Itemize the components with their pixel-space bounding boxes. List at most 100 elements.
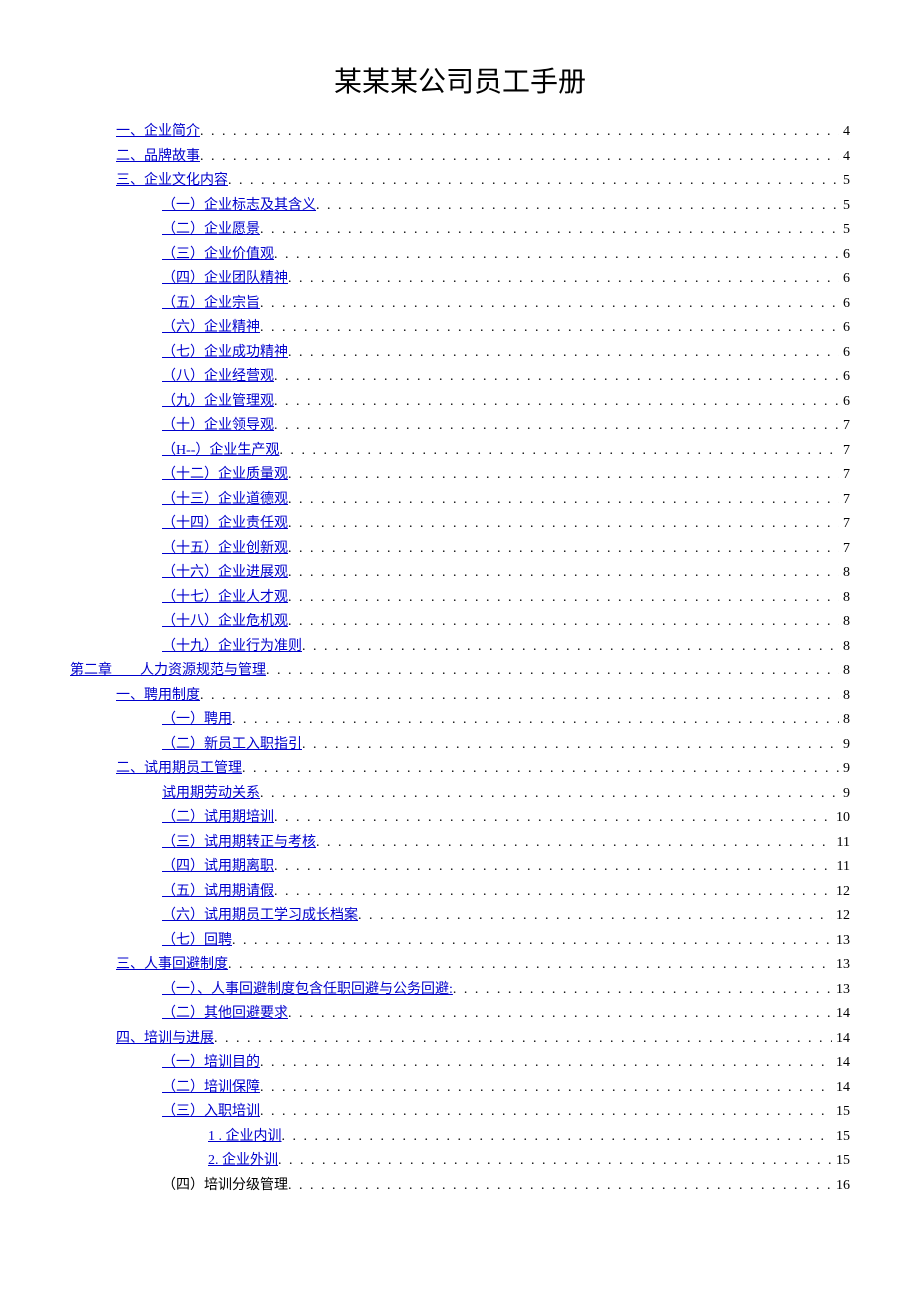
toc-row: （十）企业领导观 7 bbox=[70, 414, 850, 439]
toc-leader bbox=[288, 512, 839, 537]
toc-entry-label[interactable]: （九）企业管理观 bbox=[162, 390, 274, 415]
toc-entry-label[interactable]: （四）企业团队精神 bbox=[162, 267, 288, 292]
toc-leader bbox=[260, 1100, 832, 1125]
toc-row: （二）新员工入职指引9 bbox=[70, 733, 850, 758]
toc-entry-label[interactable]: （二）其他回避要求 bbox=[162, 1002, 288, 1027]
toc-page-number: 12 bbox=[832, 880, 850, 905]
toc-entry-label[interactable]: （五）试用期请假 bbox=[162, 880, 274, 905]
toc-page-number: 8 bbox=[839, 659, 850, 684]
toc-page-number: 8 bbox=[839, 610, 850, 635]
toc-leader bbox=[228, 169, 839, 194]
toc-entry-label[interactable]: （十二）企业质量观 bbox=[162, 463, 288, 488]
toc-entry-label[interactable]: （十三）企业道德观 bbox=[162, 488, 288, 513]
toc-entry-label[interactable]: （一）培训目的 bbox=[162, 1051, 260, 1076]
toc-leader bbox=[260, 1076, 832, 1101]
toc-page-number: 13 bbox=[832, 978, 850, 1003]
toc-page-number: 16 bbox=[832, 1174, 850, 1199]
toc-page-number: 7 bbox=[839, 537, 850, 562]
toc-row: 二、试用期员工管理9 bbox=[70, 757, 850, 782]
toc-entry-label[interactable]: （一）聘用 bbox=[162, 708, 232, 733]
toc-entry-label[interactable]: （四）试用期离职 bbox=[162, 855, 274, 880]
toc-entry-label[interactable]: （H--）企业生产观 bbox=[162, 439, 279, 464]
toc-page-number: 7 bbox=[839, 414, 850, 439]
toc-entry-label[interactable]: 二、试用期员工管理 bbox=[116, 757, 242, 782]
toc-entry-label[interactable]: （七）企业成功精神 bbox=[162, 341, 288, 366]
toc-leader bbox=[242, 757, 839, 782]
toc-entry-label[interactable]: （三）试用期转正与考核 bbox=[162, 831, 316, 856]
toc-entry-label[interactable]: （一）企业标志及其含义 bbox=[162, 194, 316, 219]
toc-page-number: 6 bbox=[839, 267, 850, 292]
toc-leader bbox=[260, 292, 839, 317]
toc-entry-label[interactable]: 一、聘用制度 bbox=[116, 684, 200, 709]
toc-entry-label: （四）培训分级管理 bbox=[162, 1174, 288, 1199]
toc-row: （四）企业团队精神 6 bbox=[70, 267, 850, 292]
toc-entry-label[interactable]: （十）企业领导观 bbox=[162, 414, 274, 439]
toc-row: （三）企业价值观6 bbox=[70, 243, 850, 268]
toc-page-number: 6 bbox=[839, 390, 850, 415]
toc-row: 三、人事回避制度13 bbox=[70, 953, 850, 978]
toc-entry-label[interactable]: （二）新员工入职指引 bbox=[162, 733, 302, 758]
toc-entry-label[interactable]: 三、企业文化内容 bbox=[116, 169, 228, 194]
toc-entry-label[interactable]: 1 . 企业内训 bbox=[208, 1125, 282, 1150]
toc-entry-label[interactable]: （五）企业宗旨 bbox=[162, 292, 260, 317]
toc-row: 一、企业简介4 bbox=[70, 120, 850, 145]
toc-leader bbox=[266, 659, 839, 684]
toc-page-number: 14 bbox=[832, 1027, 850, 1052]
toc-entry-label[interactable]: 二、品牌故事 bbox=[116, 145, 200, 170]
toc-entry-label[interactable]: （二）试用期培训 bbox=[162, 806, 274, 831]
toc-entry-label[interactable]: （十六）企业进展观 bbox=[162, 561, 288, 586]
toc-entry-label[interactable]: （七）回聘 bbox=[162, 929, 232, 954]
toc-leader bbox=[288, 561, 839, 586]
toc-leader bbox=[288, 1174, 832, 1199]
toc-row: （一）企业标志及其含义5 bbox=[70, 194, 850, 219]
toc-entry-label[interactable]: （二）培训保障 bbox=[162, 1076, 260, 1101]
toc-row: （四）培训分级管理 16 bbox=[70, 1174, 850, 1199]
toc-entry-label[interactable]: 三、人事回避制度 bbox=[116, 953, 228, 978]
toc-page-number: 5 bbox=[839, 218, 850, 243]
toc-leader bbox=[274, 365, 839, 390]
toc-page-number: 9 bbox=[839, 782, 850, 807]
toc-row: （一）培训目的14 bbox=[70, 1051, 850, 1076]
toc-entry-label[interactable]: （三）企业价值观 bbox=[162, 243, 274, 268]
toc-leader bbox=[288, 610, 839, 635]
toc-page-number: 8 bbox=[839, 561, 850, 586]
toc-entry-label[interactable]: （十七）企业人才观 bbox=[162, 586, 288, 611]
toc-entry-label[interactable]: 试用期劳动关系 bbox=[162, 782, 260, 807]
toc-row: 2. 企业外训15 bbox=[70, 1149, 850, 1174]
toc-leader bbox=[200, 684, 839, 709]
toc-entry-label[interactable]: （十四）企业责任观 bbox=[162, 512, 288, 537]
toc-row: （十五）企业创新观 7 bbox=[70, 537, 850, 562]
toc-entry-label[interactable]: （六）试用期员工学习成长档案 bbox=[162, 904, 358, 929]
toc-leader bbox=[288, 586, 839, 611]
toc-leader bbox=[274, 806, 832, 831]
toc-row: 三、企业文化内容5 bbox=[70, 169, 850, 194]
toc-row: （六）试用期员工学习成长档案 12 bbox=[70, 904, 850, 929]
toc-row: 1 . 企业内训15 bbox=[70, 1125, 850, 1150]
toc-leader bbox=[260, 782, 839, 807]
toc-leader bbox=[274, 855, 833, 880]
toc-page-number: 12 bbox=[832, 904, 850, 929]
toc-leader bbox=[260, 1051, 832, 1076]
toc-entry-label[interactable]: 第二章 人力资源规范与管理 bbox=[70, 659, 266, 684]
toc-entry-label[interactable]: （十八）企业危机观 bbox=[162, 610, 288, 635]
toc-entry-label[interactable]: （八）企业经营观 bbox=[162, 365, 274, 390]
toc-row: （九）企业管理观 6 bbox=[70, 390, 850, 415]
toc-entry-label[interactable]: （十五）企业创新观 bbox=[162, 537, 288, 562]
toc-entry-label[interactable]: 四、培训与进展 bbox=[116, 1027, 214, 1052]
toc-entry-label[interactable]: （一）、人事回避制度包含任职回避与公务回避: bbox=[162, 978, 453, 1003]
toc-page-number: 11 bbox=[833, 831, 850, 856]
toc-entry-label[interactable]: （二）企业愿景 bbox=[162, 218, 260, 243]
toc-page-number: 6 bbox=[839, 341, 850, 366]
toc-page-number: 7 bbox=[839, 439, 850, 464]
toc-leader bbox=[232, 708, 839, 733]
toc-entry-label[interactable]: （六）企业精神 bbox=[162, 316, 260, 341]
toc-entry-label[interactable]: （三）入职培训 bbox=[162, 1100, 260, 1125]
toc-page-number: 14 bbox=[832, 1002, 850, 1027]
toc-entry-label[interactable]: 一、企业简介 bbox=[116, 120, 200, 145]
toc-entry-label[interactable]: 2. 企业外训 bbox=[208, 1149, 278, 1174]
toc-page-number: 8 bbox=[839, 708, 850, 733]
toc-page-number: 8 bbox=[839, 684, 850, 709]
toc-row: （七）回聘13 bbox=[70, 929, 850, 954]
toc-entry-label[interactable]: （十九）企业行为准则 bbox=[162, 635, 302, 660]
document-title: 某某某公司员工手册 bbox=[70, 60, 850, 100]
